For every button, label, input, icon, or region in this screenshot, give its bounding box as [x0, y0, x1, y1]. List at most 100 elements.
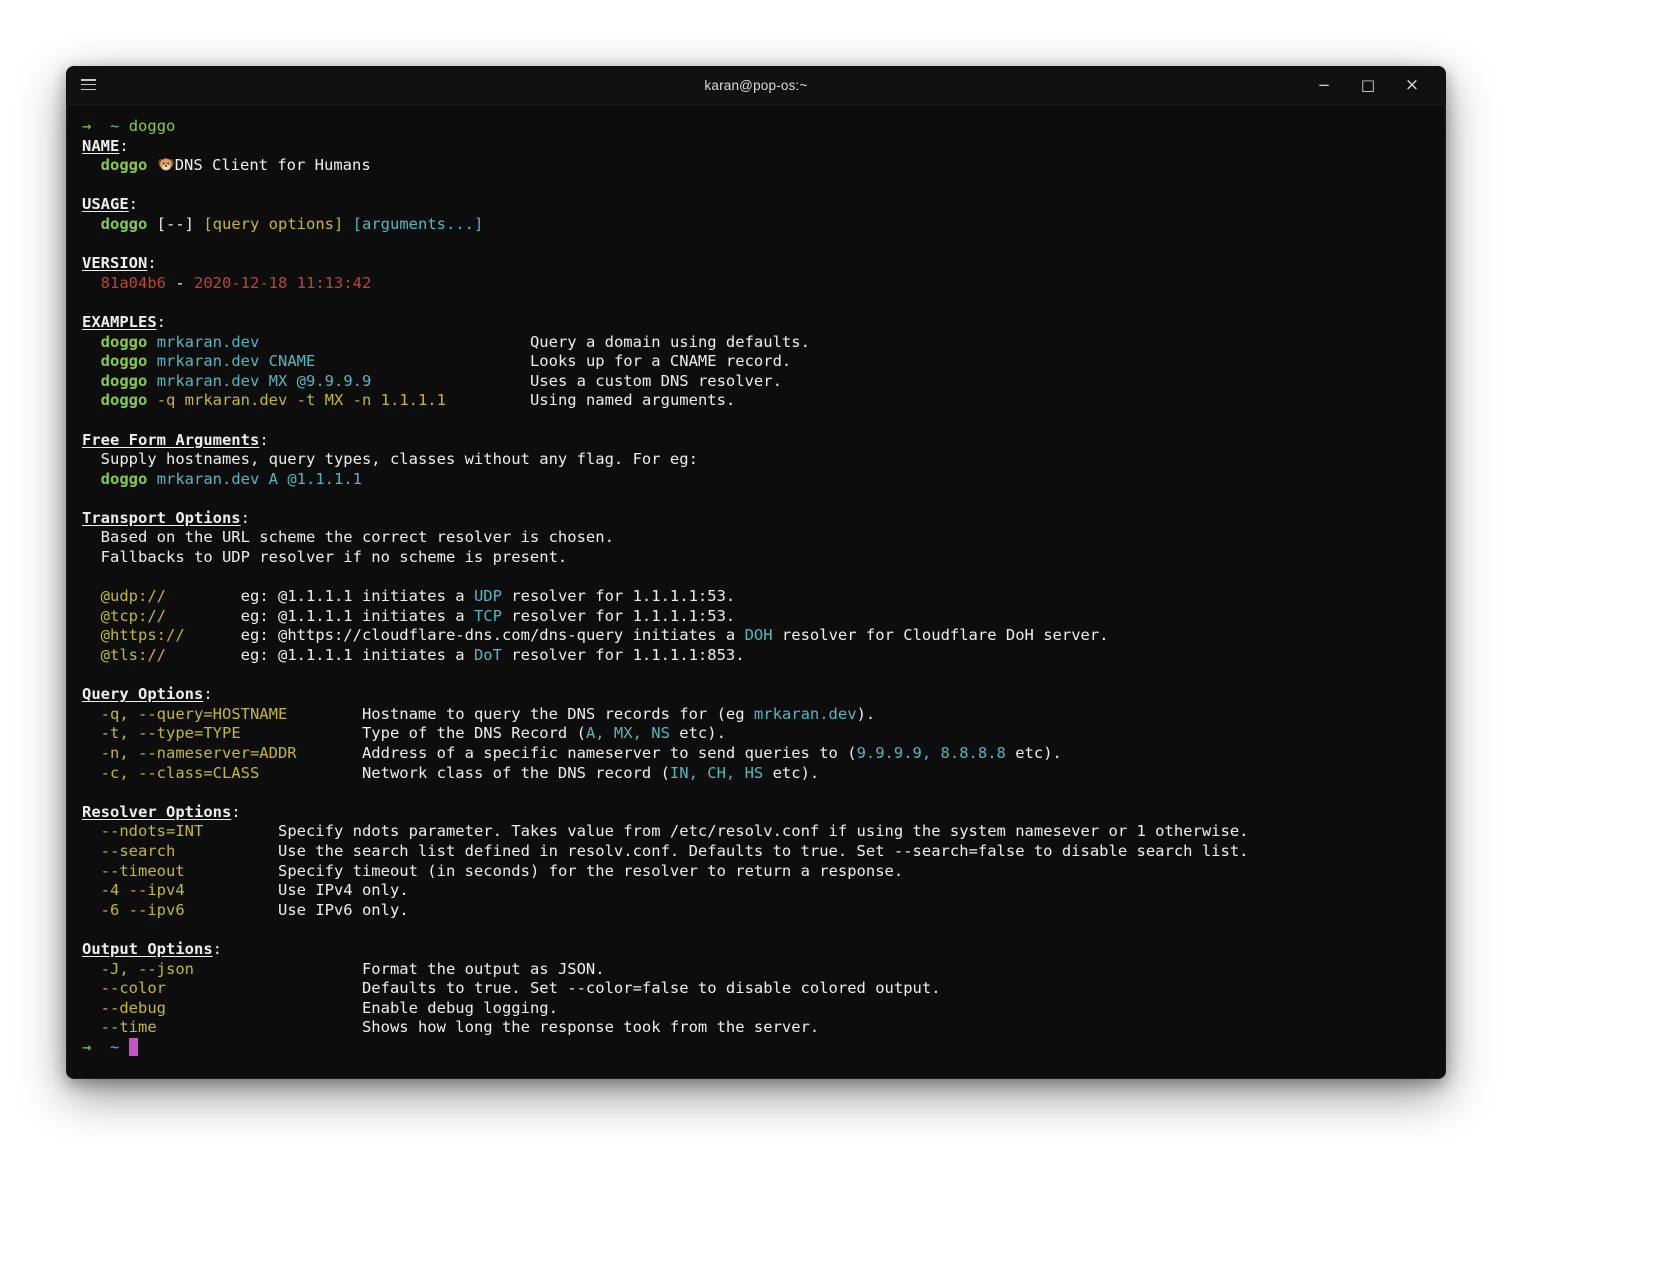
terminal-line: Free Form Arguments:	[82, 431, 1430, 451]
text-segment: mrkaran.dev	[156, 332, 260, 351]
text-segment: -J, --json	[100, 959, 194, 978]
text-segment	[82, 744, 101, 762]
text-segment: VERSION	[82, 254, 148, 273]
terminal-line: Based on the URL scheme the correct reso…	[82, 528, 1430, 548]
text-segment: --time	[100, 1018, 157, 1037]
terminal-line: EXAMPLES:	[82, 313, 1430, 333]
terminal-line: --timeout Specify timeout (in seconds) f…	[82, 862, 1430, 882]
text-segment: :	[203, 685, 213, 704]
terminal-line: --color Defaults to true. Set --color=fa…	[82, 979, 1430, 999]
text-segment: --search	[100, 841, 176, 860]
text-segment: -t, --type=TYPE	[100, 724, 241, 743]
text-segment: doggo	[100, 469, 148, 488]
terminal-line: @tcp:// eg: @1.1.1.1 initiates a TCP res…	[82, 607, 1430, 627]
text-segment	[82, 607, 101, 625]
text-segment: etc).	[763, 763, 820, 782]
terminal-line: -6 --ipv6 Use IPv6 only.	[82, 901, 1430, 921]
text-segment	[82, 352, 101, 370]
menu-icon[interactable]	[81, 77, 96, 92]
maximize-button[interactable]: □	[1346, 66, 1390, 104]
text-segment: Hostname to query the DNS records for (e…	[287, 704, 754, 723]
close-button[interactable]: ×	[1390, 66, 1434, 104]
text-segment: DoT	[473, 646, 502, 665]
terminal-line: doggo mrkaran.dev CNAME Looks up for a C…	[82, 352, 1430, 372]
text-segment: -c, --class=CLASS	[100, 763, 260, 782]
terminal-line: VERSION:	[82, 254, 1430, 274]
text-segment	[147, 470, 156, 488]
text-segment: 81a04b6	[100, 273, 166, 292]
text-segment: -4 --ipv4	[100, 881, 185, 900]
text-segment: [--]	[147, 214, 204, 233]
terminal-line: doggo -q mrkaran.dev -t MX -n 1.1.1.1 Us…	[82, 391, 1430, 411]
text-segment: Network class of the DNS record (	[259, 763, 670, 782]
text-segment: Query Options	[82, 685, 204, 704]
minimize-button[interactable]: −	[1302, 66, 1346, 104]
text-segment: TCP	[473, 606, 502, 625]
terminal-line: NAME:	[82, 137, 1430, 157]
text-segment: Specify ndots parameter. Takes value fro…	[203, 822, 1249, 841]
text-segment: doggo	[100, 156, 148, 175]
text-segment: Based on the URL scheme the correct reso…	[82, 528, 614, 547]
text-segment: :	[128, 195, 139, 214]
text-segment: USAGE	[82, 195, 129, 214]
terminal-line: Supply hostnames, query types, classes w…	[82, 450, 1430, 470]
text-segment	[82, 626, 101, 644]
text-segment	[82, 705, 101, 723]
terminal-line: --time Shows how long the response took …	[82, 1018, 1430, 1038]
text-segment	[82, 862, 101, 880]
text-segment: doggo	[100, 332, 148, 351]
text-segment	[119, 117, 128, 135]
terminal-line: --search Use the search list defined in …	[82, 842, 1430, 862]
terminal-screen[interactable]: → ~ doggo NAME: doggo DNS Client for Huma…	[66, 105, 1446, 1079]
text-segment: Use IPv6 only.	[184, 900, 409, 919]
text-segment: doggo	[100, 352, 148, 371]
text-segment: EXAMPLES	[82, 312, 157, 331]
terminal-line: @tls:// eg: @1.1.1.1 initiates a DoT res…	[82, 646, 1430, 666]
text-segment	[82, 274, 101, 292]
window-title: karan@pop-os:~	[704, 77, 808, 93]
text-segment: @https://	[100, 626, 185, 645]
terminal-line: @https:// eg: @https://cloudflare-dns.co…	[82, 626, 1430, 646]
terminal-cursor	[128, 1037, 139, 1056]
text-segment: Enable debug logging.	[166, 998, 558, 1017]
terminal-line: doggo mrkaran.dev Query a domain using d…	[82, 333, 1430, 353]
text-segment: IN, CH, HS	[669, 763, 764, 782]
text-segment: --timeout	[100, 861, 185, 880]
text-segment	[82, 215, 101, 233]
text-segment: A, MX, NS	[585, 724, 670, 743]
text-segment	[147, 156, 156, 174]
text-segment: Fallbacks to UDP resolver if no scheme i…	[82, 548, 568, 567]
text-segment: doggo	[100, 371, 148, 390]
text-segment: Uses a custom DNS resolver.	[371, 371, 782, 390]
text-segment	[82, 881, 101, 899]
text-segment	[147, 352, 156, 370]
text-segment: Query a domain using defaults.	[259, 332, 810, 351]
text-segment	[82, 391, 101, 409]
text-segment: :	[147, 254, 157, 273]
text-segment: eg: @1.1.1.1 initiates a	[166, 646, 474, 665]
text-segment: Supply hostnames, query types, classes w…	[82, 450, 698, 469]
text-segment: DOH	[744, 626, 773, 645]
text-segment	[82, 999, 101, 1017]
text-segment: :	[119, 136, 129, 155]
text-segment	[82, 764, 101, 782]
text-segment	[82, 646, 101, 664]
window-controls: − □ ×	[1302, 66, 1434, 104]
text-segment: resolver for 1.1.1.1:53.	[501, 606, 736, 625]
text-segment: [query options]	[203, 214, 344, 233]
text-segment	[91, 1038, 110, 1056]
text-segment: -q mrkaran.dev -t MX -n 1.1.1.1	[156, 391, 446, 410]
text-segment	[119, 1038, 128, 1056]
text-segment: :	[156, 312, 166, 331]
text-segment: :	[231, 802, 241, 821]
terminal-window: karan@pop-os:~ − □ × → ~ doggo NAME: dogg…	[66, 66, 1446, 1079]
terminal-line: --debug Enable debug logging.	[82, 999, 1430, 1019]
terminal-line: -c, --class=CLASS Network class of the D…	[82, 764, 1430, 784]
text-segment: eg: @1.1.1.1 initiates a	[166, 606, 474, 625]
terminal-line: Output Options:	[82, 940, 1430, 960]
